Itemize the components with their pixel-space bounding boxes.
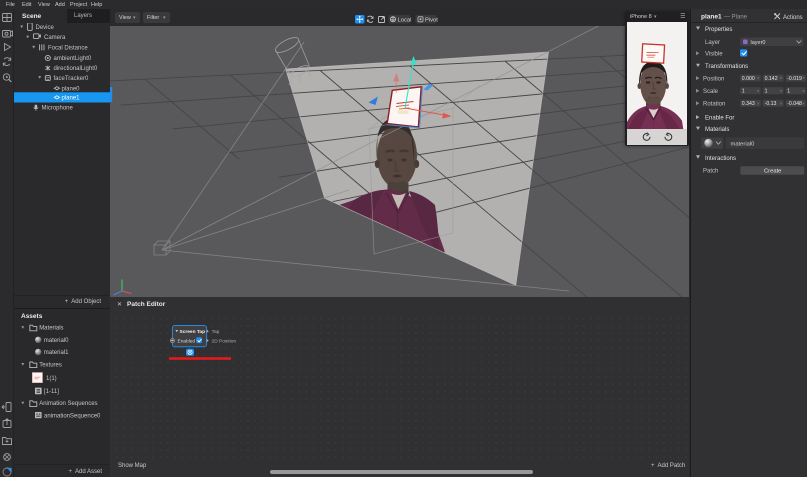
svg-text:1: 1 — [765, 89, 768, 95]
svg-text:faceTracker0: faceTracker0 — [54, 76, 89, 82]
svg-text:1: 1 — [742, 89, 745, 95]
svg-text:Materials: Materials — [39, 326, 63, 332]
svg-text:directionalLight0: directionalLight0 — [54, 66, 98, 72]
svg-text:material0: material0 — [731, 141, 755, 147]
svg-text:Transformations: Transformations — [705, 64, 748, 70]
svg-text:Visible: Visible — [705, 51, 723, 57]
svg-text:layer0: layer0 — [751, 40, 766, 46]
svg-text:Enabled: Enabled — [178, 339, 196, 345]
svg-text:Focal Distance: Focal Distance — [48, 45, 88, 51]
svg-text:-0.048: -0.048 — [787, 101, 802, 107]
svg-text:Local: Local — [398, 18, 412, 24]
svg-text:Rotation: Rotation — [703, 102, 725, 108]
svg-text:Patch: Patch — [703, 168, 718, 174]
svg-text:Layer: Layer — [705, 40, 720, 46]
svg-text:Tap: Tap — [212, 329, 220, 335]
svg-text:1(1): 1(1) — [46, 376, 57, 382]
svg-text:Microphone: Microphone — [42, 106, 74, 112]
svg-text:Pivot: Pivot — [425, 18, 438, 24]
svg-text:— Plane: — Plane — [724, 15, 748, 21]
svg-text:Properties: Properties — [705, 27, 732, 33]
svg-text:Create: Create — [764, 168, 781, 174]
svg-text:Materials: Materials — [705, 127, 729, 133]
svg-text:Camera: Camera — [44, 35, 66, 41]
svg-text:1: 1 — [787, 89, 790, 95]
svg-text:0.142: 0.142 — [765, 76, 778, 82]
svg-text:plane1: plane1 — [701, 14, 722, 21]
svg-text:Device: Device — [36, 25, 55, 31]
svg-text:material1: material1 — [44, 350, 69, 356]
svg-text:animationSequence0: animationSequence0 — [44, 413, 101, 419]
svg-text:Enable For: Enable For — [705, 115, 734, 121]
svg-text:Actions: Actions — [783, 15, 803, 21]
svg-text:Textures: Textures — [39, 363, 62, 369]
svg-text:Interactions: Interactions — [705, 156, 736, 162]
svg-text:Screen Tap: Screen Tap — [180, 329, 206, 335]
svg-text:Animation Sequences: Animation Sequences — [39, 401, 97, 407]
svg-text:-0.019: -0.019 — [787, 76, 802, 82]
svg-text:plane1: plane1 — [62, 96, 81, 102]
svg-text:-0.13: -0.13 — [765, 101, 777, 107]
svg-text:[1-11]: [1-11] — [44, 389, 59, 395]
svg-text:plane0: plane0 — [62, 86, 81, 92]
svg-text:Scale: Scale — [703, 89, 719, 95]
svg-text:ambientLight0: ambientLight0 — [54, 56, 92, 62]
svg-text:2D Position: 2D Position — [212, 338, 237, 344]
svg-text:material0: material0 — [44, 338, 69, 344]
svg-text:0.343: 0.343 — [742, 101, 755, 107]
svg-text:0.000: 0.000 — [742, 76, 755, 82]
svg-text:Position: Position — [703, 76, 724, 82]
